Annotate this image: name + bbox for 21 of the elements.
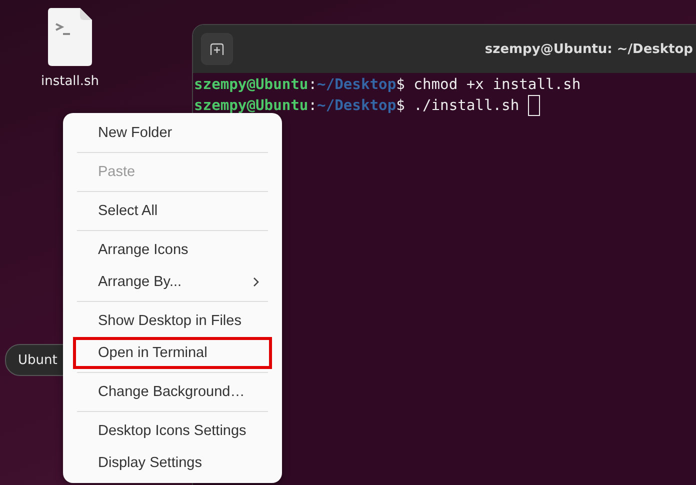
prompt-separator: : (308, 96, 318, 116)
file-label: install.sh (40, 74, 100, 89)
menu-item[interactable]: Select All (73, 195, 272, 227)
prompt-path: ~/Desktop (317, 96, 396, 116)
command-text: $ chmod +x install.sh (396, 75, 581, 95)
script-file-icon[interactable] (48, 8, 92, 66)
menu-item[interactable]: Show Desktop in Files (73, 305, 272, 337)
menu-item[interactable]: Change Background… (73, 376, 272, 408)
menu-item[interactable]: Desktop Icons Settings (73, 415, 272, 447)
prompt-user: szempy@Ubuntu (194, 75, 308, 95)
menu-item[interactable]: Arrange By... (73, 266, 272, 298)
prompt-path: ~/Desktop (317, 75, 396, 95)
prompt-separator: : (308, 75, 318, 95)
new-tab-button[interactable] (201, 33, 233, 65)
menu-item[interactable]: Display Settings (73, 447, 272, 479)
window-title: szempy@Ubuntu: ~/Desktop (484, 42, 693, 56)
menu-item[interactable]: Arrange Icons (73, 234, 272, 266)
prompt-user: szempy@Ubuntu (194, 96, 308, 116)
menu-item[interactable]: New Folder (73, 117, 272, 149)
new-tab-icon (210, 43, 224, 55)
command-text: $ ./install.sh (396, 96, 520, 116)
